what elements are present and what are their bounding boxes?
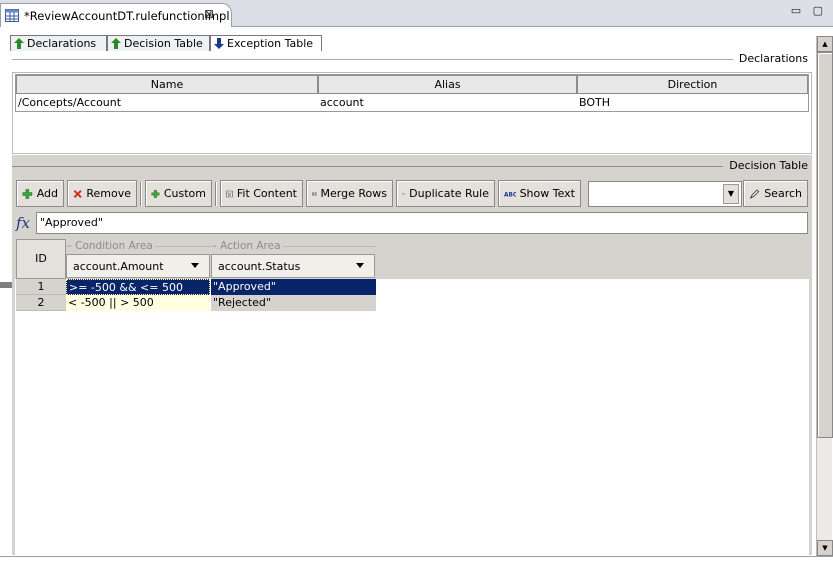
scrollbar-thumb[interactable] — [817, 52, 833, 438]
custom-button[interactable]: Custom — [145, 180, 212, 207]
arrow-up-icon — [111, 38, 121, 49]
svg-text:ABC: ABC — [504, 192, 516, 198]
scroll-down-icon[interactable]: ▼ — [817, 540, 833, 556]
action-cell[interactable]: "Rejected" — [211, 295, 376, 311]
remove-button[interactable]: Remove — [67, 180, 137, 207]
cell-name[interactable]: /Concepts/Account — [16, 94, 318, 111]
close-icon[interactable]: ⊠ — [204, 7, 214, 21]
action-column-header[interactable]: account.Status — [211, 254, 375, 278]
editor-tab[interactable]: *ReviewAccountDT.rulefunctionimpl ⊠ — [0, 3, 232, 27]
column-header-direction[interactable]: Direction — [577, 75, 808, 94]
column-header-alias[interactable]: Alias — [318, 75, 577, 94]
add-button[interactable]: Add — [16, 180, 64, 207]
column-header-id[interactable]: ID — [16, 239, 66, 279]
search-button[interactable]: Search — [743, 180, 808, 207]
decision-table-section-header: Decision Table — [12, 159, 812, 173]
column-header-name[interactable]: Name — [16, 75, 318, 94]
merge-rows-button[interactable]: Merge Rows — [306, 180, 393, 207]
duplicate-rule-icon — [402, 192, 406, 195]
condition-column-header[interactable]: account.Amount — [66, 254, 210, 278]
table-header-row: Name Alias Direction — [16, 75, 808, 94]
tab-label: Decision Table — [124, 37, 203, 50]
search-pen-icon — [749, 188, 760, 199]
minimize-maximize-icon[interactable]: ▭ ▢ — [791, 4, 827, 17]
fit-content-button[interactable]: Fit Content — [220, 180, 303, 207]
show-text-button[interactable]: ABC Show Text — [498, 180, 581, 207]
table-row[interactable]: 1 >= -500 && <= 500 "Approved" — [15, 279, 377, 295]
vertical-scrollbar[interactable]: ▲ ▼ — [816, 36, 833, 556]
tab-label: Exception Table — [227, 37, 314, 50]
editor-bottom-border — [0, 556, 833, 570]
row-id-cell[interactable]: 2 — [16, 295, 66, 311]
plus-icon — [22, 188, 33, 199]
scroll-up-icon[interactable]: ▲ — [817, 36, 833, 52]
plus-icon — [151, 189, 160, 198]
condition-cell[interactable]: >= -500 && <= 500 — [66, 279, 210, 295]
tab-decision-table[interactable]: Decision Table — [107, 35, 210, 51]
cell-alias[interactable]: account — [318, 94, 577, 111]
fit-content-icon — [226, 190, 233, 197]
section-title: Decision Table — [723, 159, 812, 172]
duplicate-rule-button[interactable]: Duplicate Rule — [396, 180, 495, 207]
cell-direction[interactable]: BOTH — [577, 94, 808, 111]
merge-rows-icon — [312, 191, 317, 196]
condition-cell[interactable]: < -500 || > 500 — [66, 295, 210, 311]
chevron-down-icon[interactable] — [356, 263, 364, 268]
remove-x-icon — [73, 189, 82, 198]
arrow-down-icon — [214, 38, 224, 49]
abc-text-icon: ABC — [504, 192, 516, 198]
table-file-icon — [5, 9, 19, 22]
toolbar-separator — [140, 182, 142, 206]
row-id-cell[interactable]: 1 — [16, 279, 66, 295]
section-title: Declarations — [732, 52, 812, 65]
tab-declarations[interactable]: Declarations — [10, 35, 107, 51]
action-area-label: - Action Area — [213, 240, 283, 252]
table-row[interactable]: 2 < -500 || > 500 "Rejected" — [15, 295, 377, 311]
condition-area-label: - Condition Area — [68, 240, 155, 252]
editor-tab-title: *ReviewAccountDT.rulefunctionimpl — [24, 9, 230, 23]
action-cell[interactable]: "Approved" — [211, 279, 376, 295]
formula-icon: fx — [16, 214, 31, 232]
chevron-down-icon[interactable]: ▼ — [723, 184, 739, 204]
tab-label: Declarations — [27, 37, 97, 50]
formula-input[interactable]: "Approved" — [36, 212, 808, 234]
table-row[interactable]: /Concepts/Account account BOTH — [16, 94, 808, 111]
tab-exception-table[interactable]: Exception Table — [210, 35, 322, 51]
toolbar-separator — [215, 182, 217, 206]
declarations-table: Name Alias Direction /Concepts/Account a… — [15, 74, 809, 112]
arrow-up-icon — [14, 38, 24, 49]
declarations-section-header: Declarations — [12, 52, 812, 66]
search-combo[interactable]: ▼ — [588, 181, 742, 207]
chevron-down-icon[interactable] — [191, 263, 199, 268]
selected-row-marker — [0, 282, 12, 288]
